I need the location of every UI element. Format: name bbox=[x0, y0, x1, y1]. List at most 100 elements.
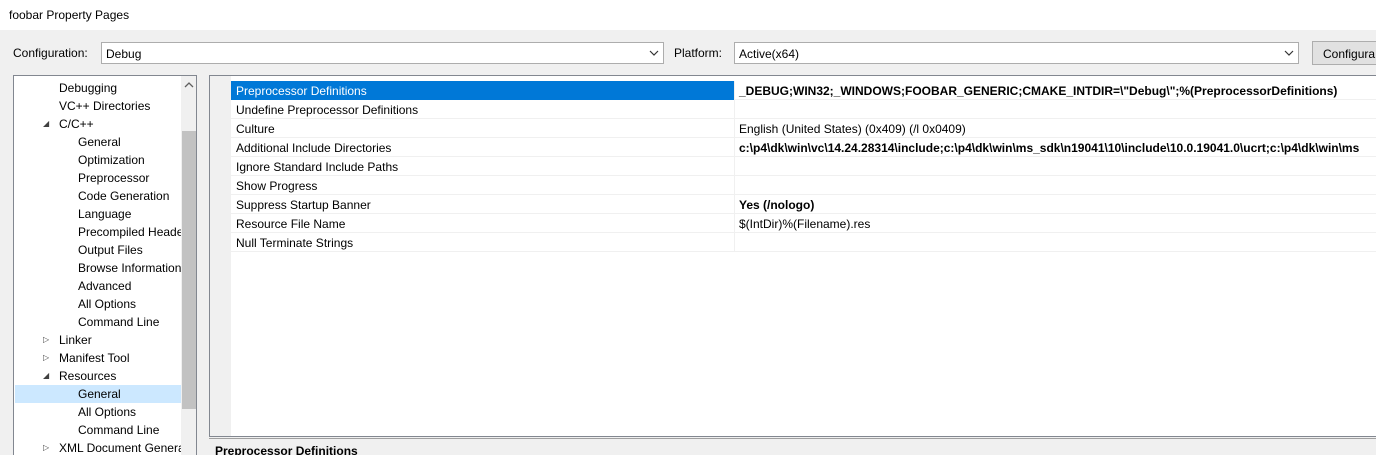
property-value[interactable] bbox=[735, 233, 1376, 252]
property-value[interactable]: c:\p4\dk\win\vc\14.24.28314\include;c:\p… bbox=[735, 138, 1376, 157]
title-bar: foobar Property Pages bbox=[0, 0, 1376, 30]
tree-item-label: Debugging bbox=[59, 81, 118, 95]
row-margin bbox=[210, 119, 231, 138]
collapsed-arrow-icon[interactable]: ▷ bbox=[43, 353, 53, 363]
tree-item-label: Command Line bbox=[78, 315, 160, 329]
tree-item-label: Browse Information bbox=[78, 261, 181, 275]
tree-item[interactable]: Advanced bbox=[15, 277, 181, 295]
property-row[interactable]: Preprocessor Definitions _DEBUG;WIN32;_WI… bbox=[210, 81, 1376, 100]
tree-item-label: General bbox=[78, 135, 121, 149]
property-tree[interactable]: Debugging VC++ Directories ◢ C/C++ General Op… bbox=[13, 75, 197, 455]
tree-item[interactable]: VC++ Directories bbox=[15, 97, 181, 115]
property-name[interactable]: Additional Include Directories bbox=[231, 138, 735, 157]
tree-item[interactable]: Precompiled Heade bbox=[15, 223, 181, 241]
tree-item[interactable]: ▷ Linker bbox=[15, 331, 181, 349]
property-name[interactable]: Resource File Name bbox=[231, 214, 735, 233]
property-row[interactable]: Null Terminate Strings bbox=[210, 233, 1376, 252]
tree-item[interactable]: Preprocessor bbox=[15, 169, 181, 187]
property-value[interactable] bbox=[735, 100, 1376, 119]
tree-item[interactable]: All Options bbox=[15, 295, 181, 313]
platform-dropdown[interactable]: Active(x64) bbox=[734, 42, 1299, 64]
row-margin bbox=[210, 157, 231, 176]
tree-item[interactable]: Browse Information bbox=[15, 259, 181, 277]
tree-item[interactable]: General bbox=[15, 133, 181, 151]
configuration-label: Configuration: bbox=[13, 46, 88, 60]
platform-value: Active(x64) bbox=[739, 47, 800, 61]
property-row[interactable]: Suppress Startup Banner Yes (/nologo) bbox=[210, 195, 1376, 214]
tree-item-label: Language bbox=[78, 207, 132, 221]
tree-item-label: All Options bbox=[78, 297, 137, 311]
configuration-manager-button[interactable]: Configura bbox=[1312, 41, 1376, 65]
scroll-up-icon[interactable] bbox=[181, 76, 197, 93]
property-value[interactable]: English (United States) (0x409) (/l 0x04… bbox=[735, 119, 1376, 138]
row-margin bbox=[210, 233, 231, 252]
collapsed-arrow-icon[interactable]: ▷ bbox=[43, 335, 53, 345]
configuration-dropdown[interactable]: Debug bbox=[101, 42, 664, 64]
tree-item-label: Optimization bbox=[78, 153, 145, 167]
property-value[interactable] bbox=[735, 157, 1376, 176]
row-margin bbox=[210, 195, 231, 214]
property-row[interactable]: Additional Include Directories c:\p4\dk\w… bbox=[210, 138, 1376, 157]
tree-item-label: Code Generation bbox=[78, 189, 170, 203]
property-name[interactable]: Null Terminate Strings bbox=[231, 233, 735, 252]
property-name[interactable]: Show Progress bbox=[231, 176, 735, 195]
tree-item[interactable]: Optimization bbox=[15, 151, 181, 169]
tree-item-label: Resources bbox=[59, 369, 117, 383]
property-row[interactable]: Ignore Standard Include Paths bbox=[210, 157, 1376, 176]
property-row[interactable]: Culture English (United States) (0x409) (… bbox=[210, 119, 1376, 138]
expanded-arrow-icon[interactable]: ◢ bbox=[43, 371, 53, 381]
chevron-down-icon bbox=[649, 50, 659, 56]
tree-item[interactable]: Debugging bbox=[15, 79, 181, 97]
tree-item-label: Preprocessor bbox=[78, 171, 150, 185]
property-row[interactable]: Undefine Preprocessor Definitions bbox=[210, 100, 1376, 119]
tree-item-label: Linker bbox=[59, 333, 92, 347]
tree-item[interactable]: ▷ XML Document Genera bbox=[15, 439, 181, 455]
tree-item-label: Precompiled Heade bbox=[78, 225, 181, 239]
tree-item[interactable]: ◢ Resources bbox=[15, 367, 181, 385]
tree-item-label: XML Document Genera bbox=[59, 441, 181, 455]
tree-item-label: Output Files bbox=[78, 243, 143, 257]
row-margin bbox=[210, 100, 231, 119]
tree-item[interactable]: All Options bbox=[15, 403, 181, 421]
tree-item-label: All Options bbox=[78, 405, 137, 419]
tree-scrollbar[interactable] bbox=[181, 76, 197, 455]
description-title: Preprocessor Definitions bbox=[215, 444, 358, 455]
tree-item-label: C/C++ bbox=[59, 117, 94, 131]
tree-item-label: Command Line bbox=[78, 423, 160, 437]
tree-item-label: Advanced bbox=[78, 279, 132, 293]
property-name[interactable]: Culture bbox=[231, 119, 735, 138]
tree-item-label: General bbox=[78, 387, 121, 401]
collapsed-arrow-icon[interactable]: ▷ bbox=[43, 443, 53, 453]
row-margin bbox=[210, 81, 231, 100]
property-name[interactable]: Suppress Startup Banner bbox=[231, 195, 735, 214]
description-panel: Preprocessor Definitions bbox=[209, 438, 1376, 455]
row-margin bbox=[210, 138, 231, 157]
configuration-bar: Configuration: Debug Platform: Active(x6… bbox=[0, 30, 1376, 70]
property-value[interactable] bbox=[735, 176, 1376, 195]
property-name[interactable]: Undefine Preprocessor Definitions bbox=[231, 100, 735, 119]
property-name[interactable]: Preprocessor Definitions bbox=[231, 81, 735, 100]
scrollbar-thumb[interactable] bbox=[182, 131, 196, 409]
tree-item[interactable]: Output Files bbox=[15, 241, 181, 259]
property-value[interactable]: Yes (/nologo) bbox=[735, 195, 1376, 214]
expanded-arrow-icon[interactable]: ◢ bbox=[43, 119, 53, 129]
property-value[interactable]: _DEBUG;WIN32;_WINDOWS;FOOBAR_GENERIC;CMA… bbox=[735, 81, 1376, 100]
configuration-manager-label: Configura bbox=[1323, 47, 1376, 61]
chevron-down-icon bbox=[1284, 50, 1294, 56]
platform-label: Platform: bbox=[674, 46, 723, 60]
property-value[interactable]: $(IntDir)%(Filename).res bbox=[735, 214, 1376, 233]
tree-item[interactable]: General bbox=[15, 385, 181, 403]
tree-item[interactable]: Command Line bbox=[15, 421, 181, 439]
row-margin bbox=[210, 214, 231, 233]
window-title: foobar Property Pages bbox=[9, 8, 130, 22]
tree-item[interactable]: ◢ C/C++ bbox=[15, 115, 181, 133]
configuration-value: Debug bbox=[106, 47, 142, 61]
tree-item[interactable]: Code Generation bbox=[15, 187, 181, 205]
tree-item[interactable]: ▷ Manifest Tool bbox=[15, 349, 181, 367]
tree-item[interactable]: Language bbox=[15, 205, 181, 223]
property-row[interactable]: Resource File Name $(IntDir)%(Filename).r… bbox=[210, 214, 1376, 233]
tree-item[interactable]: Command Line bbox=[15, 313, 181, 331]
row-margin bbox=[210, 176, 231, 195]
property-name[interactable]: Ignore Standard Include Paths bbox=[231, 157, 735, 176]
property-row[interactable]: Show Progress bbox=[210, 176, 1376, 195]
